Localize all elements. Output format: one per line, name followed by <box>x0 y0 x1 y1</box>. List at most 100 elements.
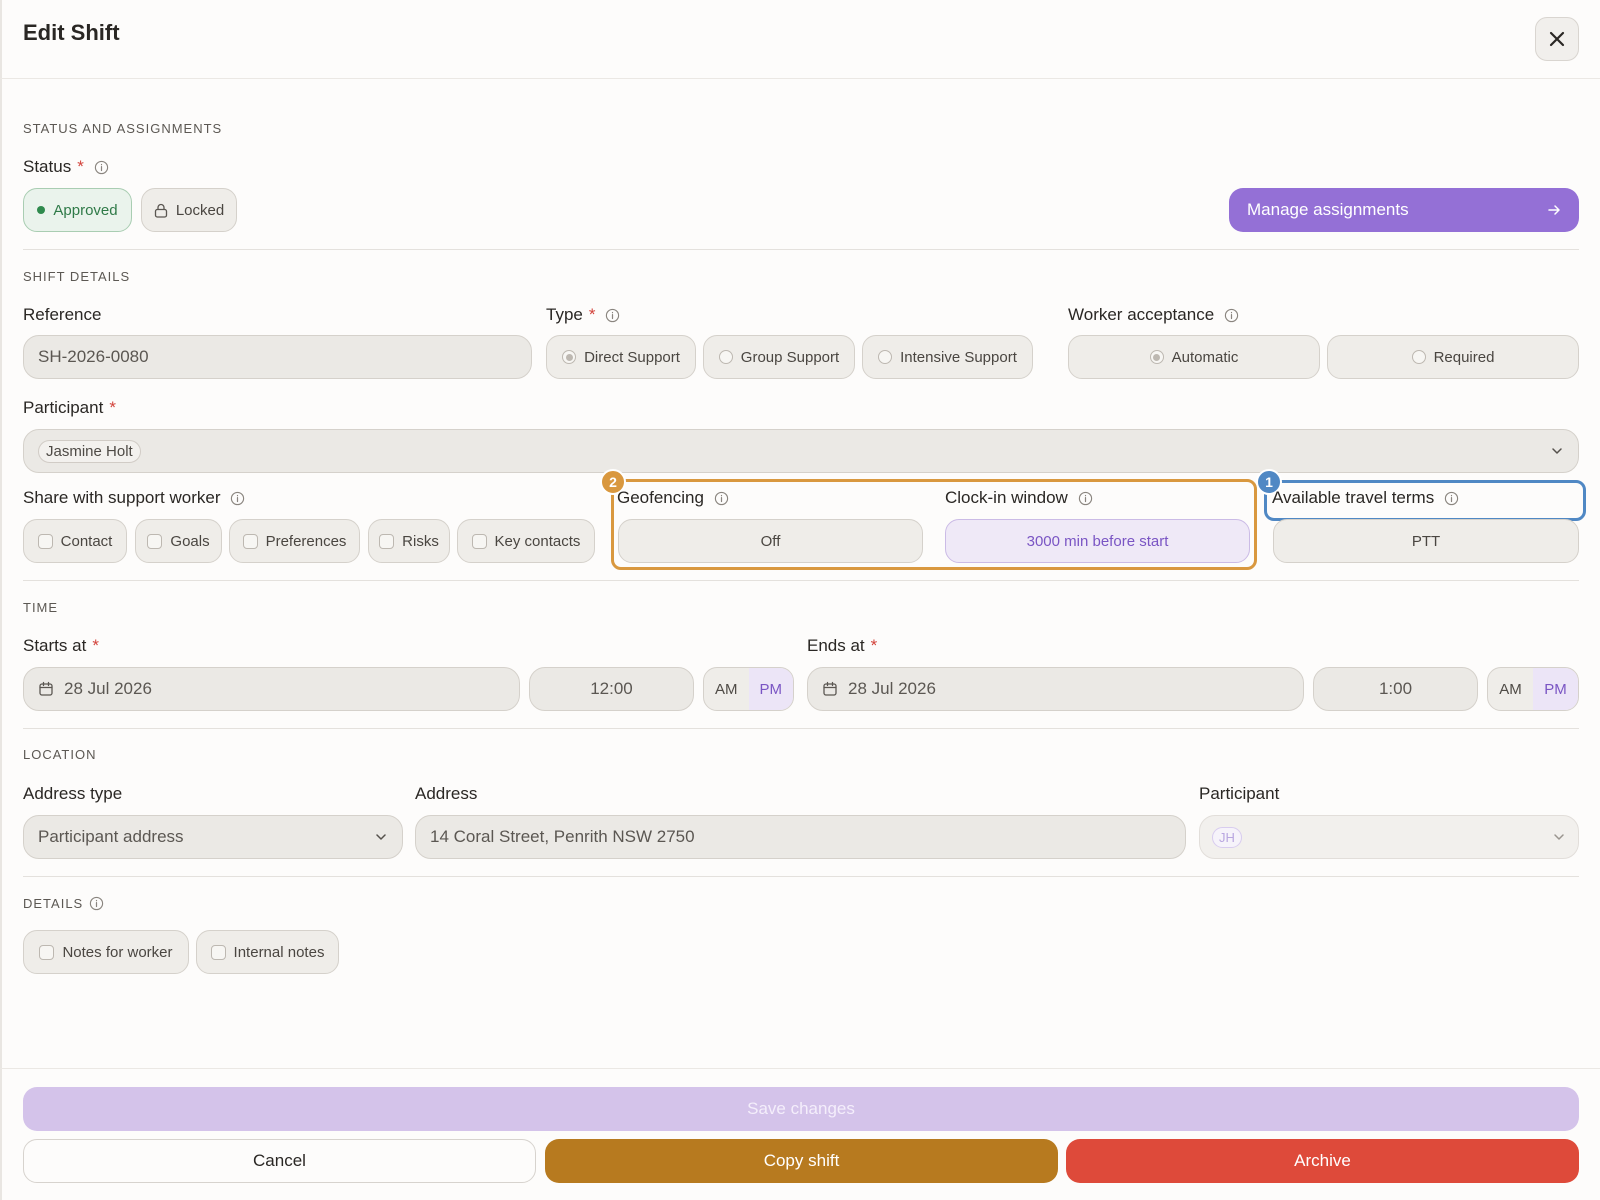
geofencing-label: Geofencing <box>617 488 729 508</box>
info-icon[interactable] <box>89 896 104 911</box>
checkbox-icon <box>147 533 163 549</box>
details-heading-text: DETAILS <box>23 896 84 911</box>
share-option-risks[interactable]: Risks <box>368 519 450 563</box>
worker-acceptance-label: Worker acceptance <box>1068 305 1239 325</box>
radio-icon <box>1411 350 1426 364</box>
chevron-down-icon <box>1554 834 1564 840</box>
type-option-intensive-support[interactable]: Intensive Support <box>862 335 1033 379</box>
chevron-down-icon <box>376 834 386 840</box>
status-label-text: Status <box>23 157 72 176</box>
section-divider <box>23 876 1579 877</box>
status-label: Status * <box>23 157 109 177</box>
details-option-notes-for-worker[interactable]: Notes for worker <box>23 930 189 974</box>
info-icon[interactable] <box>714 491 729 506</box>
checkbox-icon <box>242 533 258 549</box>
status-approved-option[interactable]: Approved <box>23 188 132 232</box>
end-pm-option[interactable]: PM <box>1533 668 1578 710</box>
start-am-option[interactable]: AM <box>704 668 749 710</box>
start-time-field[interactable]: 12:00 <box>529 667 694 711</box>
share-option-contact[interactable]: Contact <box>23 519 127 563</box>
type-option-label: Direct Support <box>584 348 680 366</box>
start-date-field[interactable]: 28 Jul 2026 <box>23 667 520 711</box>
save-changes-button[interactable]: Save changes <box>23 1087 1579 1131</box>
end-ampm-toggle[interactable]: AM PM <box>1487 667 1579 711</box>
checkbox-icon <box>379 533 395 549</box>
info-icon[interactable] <box>1444 491 1459 506</box>
type-label: Type * <box>546 305 620 325</box>
start-time-value: 12:00 <box>590 679 633 698</box>
details-option-label: Notes for worker <box>62 943 173 961</box>
reference-field[interactable]: SH-2026-0080 <box>23 335 532 379</box>
starts-at-label-text: Starts at <box>23 636 87 655</box>
end-am-option[interactable]: AM <box>1488 668 1533 710</box>
dialog-frame-edge <box>0 0 2 1200</box>
end-time-value: 1:00 <box>1378 679 1413 698</box>
travel-terms-option-ptt[interactable]: PTT <box>1273 519 1579 563</box>
calendar-icon <box>39 681 53 696</box>
locked-label: Locked <box>175 201 225 219</box>
address-value: 14 Coral Street, Penrith NSW 2750 <box>430 827 695 846</box>
details-option-label: Internal notes <box>233 943 325 961</box>
participant-initials-chip: JH <box>1212 826 1242 848</box>
cancel-button[interactable]: Cancel <box>23 1139 536 1183</box>
share-option-label: Goals <box>170 532 210 550</box>
share-label-text: Share with support worker <box>23 488 221 507</box>
participant-select[interactable]: Jasmine Holt <box>23 429 1579 473</box>
checkbox-icon <box>210 944 226 960</box>
section-divider <box>23 728 1579 729</box>
geofencing-toggle[interactable]: Off <box>618 519 923 563</box>
end-date-value: 28 Jul 2026 <box>848 679 936 698</box>
lock-icon <box>154 203 167 218</box>
info-icon[interactable] <box>1224 308 1239 323</box>
ends-at-label: Ends at * <box>807 636 877 656</box>
details-option-internal-notes[interactable]: Internal notes <box>196 930 339 974</box>
acceptance-option-automatic[interactable]: Automatic <box>1068 335 1320 379</box>
address-field[interactable]: 14 Coral Street, Penrith NSW 2750 <box>415 815 1186 859</box>
end-time-field[interactable]: 1:00 <box>1313 667 1478 711</box>
type-option-direct-support[interactable]: Direct Support <box>546 335 696 379</box>
section-heading-status: STATUS AND ASSIGNMENTS <box>23 121 223 136</box>
share-label: Share with support worker <box>23 488 245 508</box>
address-label: Address <box>415 784 478 803</box>
archive-button[interactable]: Archive <box>1066 1139 1579 1183</box>
starts-at-label: Starts at * <box>23 636 99 656</box>
manage-assignments-button[interactable]: Manage assignments <box>1229 188 1579 232</box>
participant-label-text: Participant <box>23 398 104 417</box>
worker-acceptance-label-text: Worker acceptance <box>1068 305 1215 324</box>
location-participant-label: Participant <box>1199 784 1280 803</box>
required-marker: * <box>92 636 99 655</box>
info-icon[interactable] <box>1078 491 1093 506</box>
section-divider <box>23 249 1579 250</box>
acceptance-option-label: Automatic <box>1171 348 1239 366</box>
address-type-select[interactable]: Participant address <box>23 815 403 859</box>
share-option-label: Contact <box>60 532 113 550</box>
share-option-key-contacts[interactable]: Key contacts <box>457 519 595 563</box>
clockin-window-field[interactable]: 3000 min before start <box>945 519 1250 563</box>
share-option-goals[interactable]: Goals <box>135 519 222 563</box>
acceptance-option-required[interactable]: Required <box>1327 335 1579 379</box>
start-pm-option[interactable]: PM <box>748 668 793 710</box>
info-icon[interactable] <box>94 160 109 175</box>
close-button[interactable] <box>1535 17 1579 61</box>
share-option-preferences[interactable]: Preferences <box>229 519 360 563</box>
end-date-field[interactable]: 28 Jul 2026 <box>807 667 1304 711</box>
copy-shift-button[interactable]: Copy shift <box>545 1139 1058 1183</box>
info-icon[interactable] <box>605 308 620 323</box>
status-locked-option[interactable]: Locked <box>141 188 237 232</box>
location-participant-select[interactable]: JH <box>1199 815 1579 859</box>
chevron-down-icon <box>1552 448 1562 454</box>
type-label-text: Type <box>546 305 583 324</box>
type-option-group-support[interactable]: Group Support <box>703 335 855 379</box>
type-option-label: Group Support <box>740 348 840 366</box>
start-ampm-toggle[interactable]: AM PM <box>703 667 794 711</box>
travel-terms-label-text: Available travel terms <box>1272 488 1435 507</box>
approved-dot-icon <box>37 206 46 214</box>
clockin-window-label-text: Clock-in window <box>945 488 1068 507</box>
share-option-label: Risks <box>402 532 439 550</box>
checkbox-icon <box>39 944 55 960</box>
info-icon[interactable] <box>230 491 245 506</box>
type-option-label: Intensive Support <box>900 348 1017 366</box>
acceptance-option-label: Required <box>1433 348 1495 366</box>
address-type-value: Participant address <box>38 827 184 846</box>
radio-icon <box>878 350 893 364</box>
